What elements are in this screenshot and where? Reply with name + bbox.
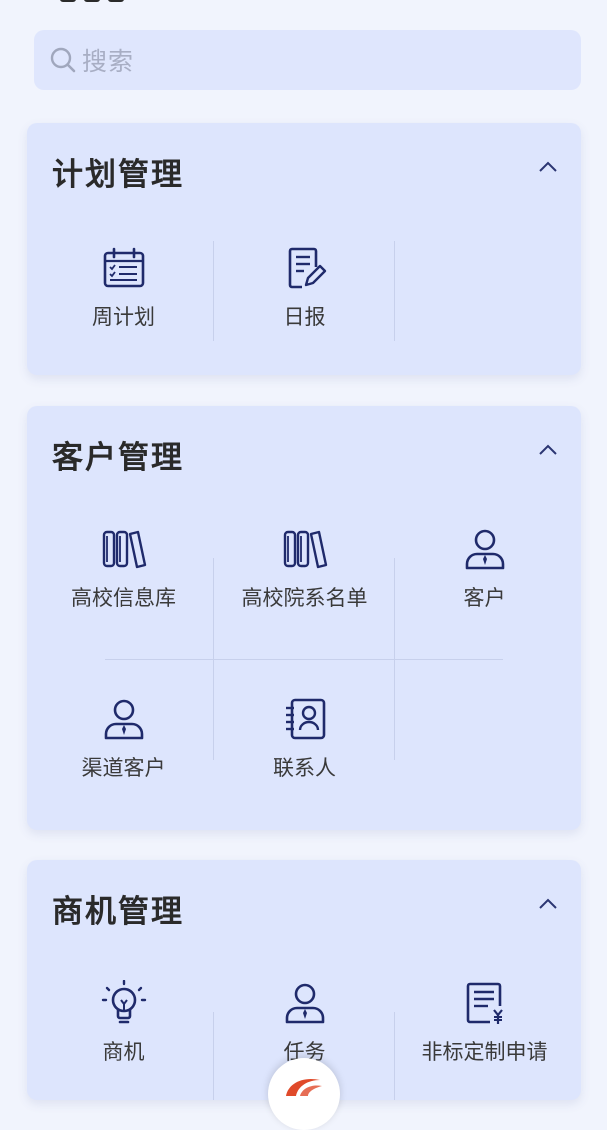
menu-item-custom-request[interactable]: 非标定制申请 xyxy=(394,980,575,1066)
person-tie-icon xyxy=(465,529,504,570)
section-customer-management: 客户管理 高校信息库 高校院系名单 客户 渠道客户 联系人 xyxy=(27,406,581,830)
menu-item-label: 客户 xyxy=(463,586,506,610)
menu-item-label: 日报 xyxy=(283,305,326,329)
menu-item-customer[interactable]: 客户 xyxy=(394,526,575,612)
search-placeholder: 搜索 xyxy=(82,47,135,76)
menu-item-label: 周计划 xyxy=(92,305,155,329)
menu-item-task[interactable]: 任务 xyxy=(214,980,395,1066)
divider xyxy=(213,558,214,660)
section-plan-management: 计划管理 周计划 日报 xyxy=(27,123,581,375)
menu-item-opportunity[interactable]: 商机 xyxy=(33,980,214,1066)
menu-item-label: 高校信息库 xyxy=(71,586,176,610)
menu-item-weekly-plan[interactable]: 周计划 xyxy=(33,245,214,331)
brand-logo-icon xyxy=(286,1078,322,1096)
menu-item-university-database[interactable]: 高校信息库 xyxy=(33,526,214,612)
divider xyxy=(394,558,395,660)
header-fragment xyxy=(60,0,150,2)
search-icon xyxy=(48,45,78,75)
person-tie-icon xyxy=(285,983,324,1024)
divider xyxy=(394,241,395,341)
section-title: 计划管理 xyxy=(52,157,184,193)
books-icon xyxy=(283,530,327,569)
menu-item-label: 非标定制申请 xyxy=(421,1040,548,1064)
invoice-yen-icon xyxy=(466,982,503,1024)
chevron-up-icon[interactable] xyxy=(537,442,559,458)
menu-item-university-department-list[interactable]: 高校院系名单 xyxy=(214,526,395,612)
chevron-up-icon[interactable] xyxy=(537,159,559,175)
section-title: 客户管理 xyxy=(52,440,184,476)
books-icon xyxy=(102,530,146,569)
menu-item-label: 联系人 xyxy=(273,756,336,780)
chevron-up-icon[interactable] xyxy=(537,896,559,912)
calendar-checklist-icon xyxy=(103,247,144,288)
search-input[interactable]: 搜索 xyxy=(34,30,581,90)
menu-item-channel-customer[interactable]: 渠道客户 xyxy=(33,696,214,782)
menu-item-label: 高校院系名单 xyxy=(241,586,368,610)
menu-item-daily-report[interactable]: 日报 xyxy=(214,245,395,331)
home-fab-button[interactable] xyxy=(268,1058,340,1130)
menu-item-label: 商机 xyxy=(102,1040,145,1064)
divider xyxy=(105,659,503,660)
menu-item-contacts[interactable]: 联系人 xyxy=(214,696,395,782)
menu-item-label: 渠道客户 xyxy=(81,756,166,780)
document-edit-icon xyxy=(288,247,326,289)
contact-card-icon xyxy=(285,698,325,740)
person-tie-icon xyxy=(104,699,143,740)
section-title: 商机管理 xyxy=(52,894,184,930)
lightbulb-icon xyxy=(101,980,146,1024)
